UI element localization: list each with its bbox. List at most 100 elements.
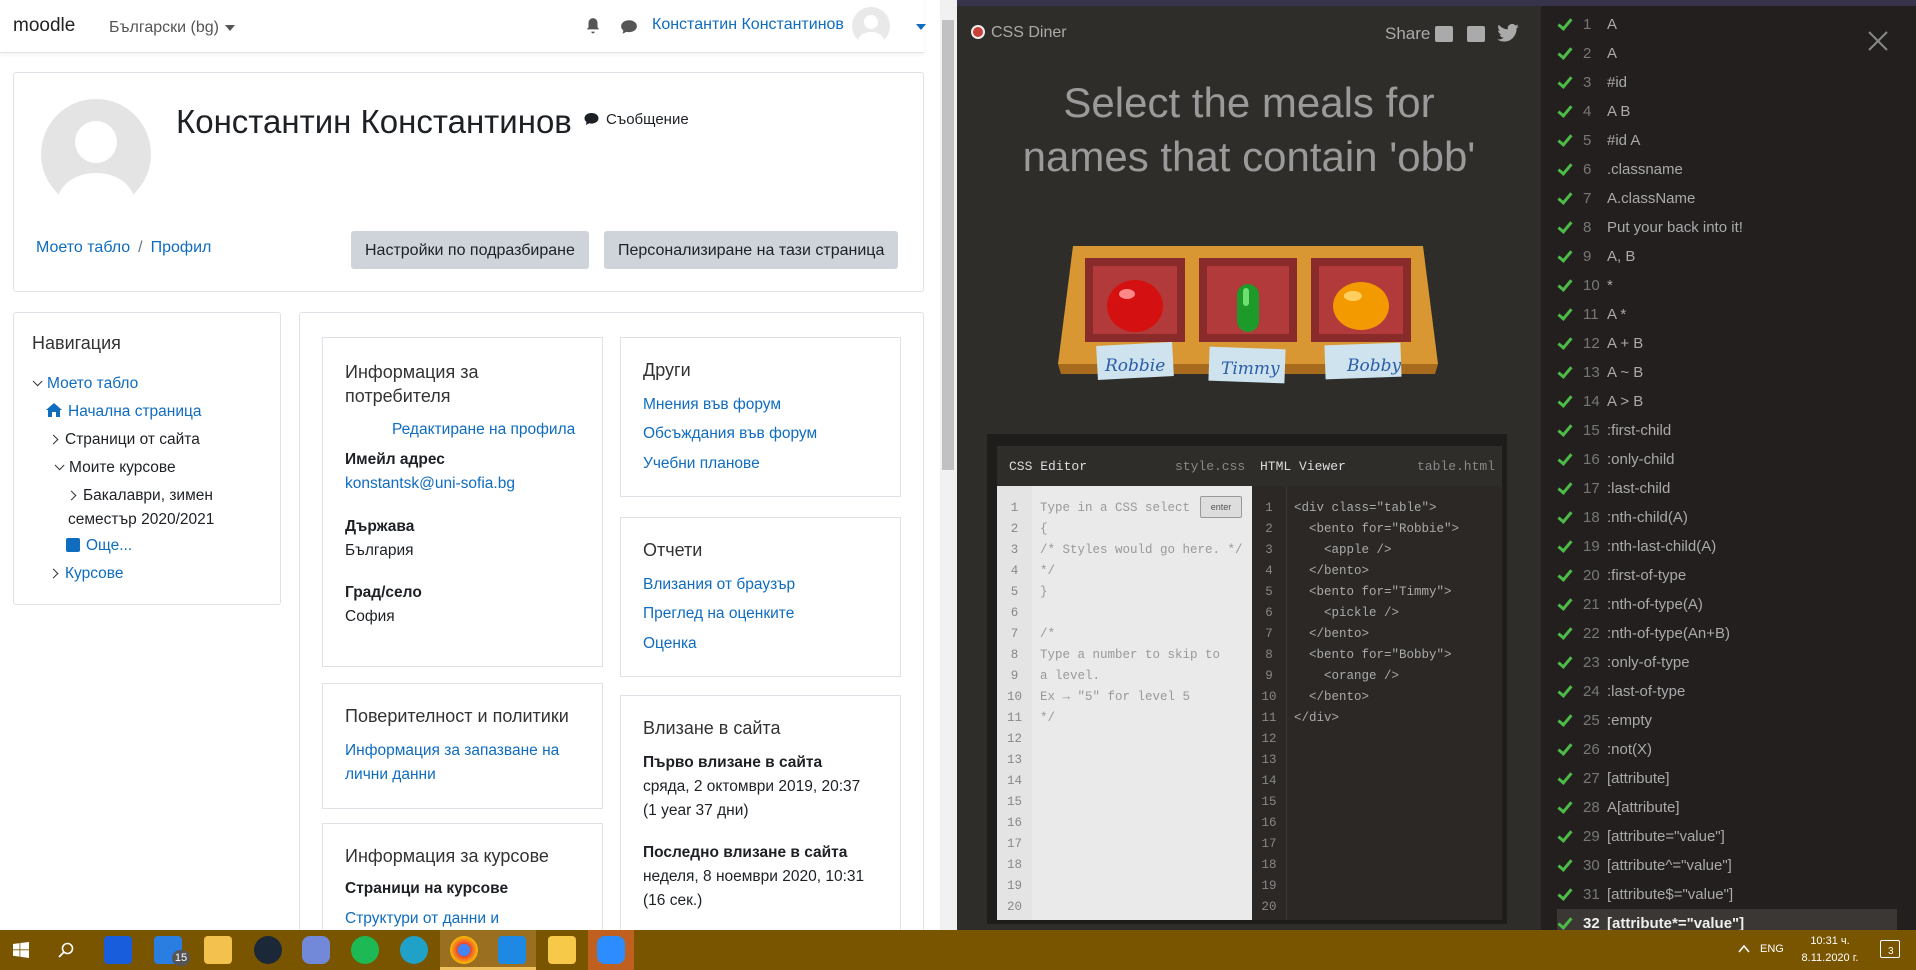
nav-item-home[interactable]: Начална страница <box>46 403 202 421</box>
checkmark-icon <box>1557 914 1573 930</box>
level-item[interactable]: 18:nth-child(A) <box>1557 503 1897 532</box>
plate-label-timmy[interactable]: Timmy <box>1221 359 1280 379</box>
level-item[interactable]: 31 [attribute$="value"] <box>1557 880 1897 909</box>
level-item[interactable]: 7 A.className <box>1557 184 1897 213</box>
user-menu-chevron-icon[interactable] <box>916 24 926 30</box>
nav-item-more[interactable]: Още... <box>66 537 132 555</box>
forum-posts-link[interactable]: Мнения във форум <box>643 396 781 414</box>
level-item[interactable]: 29 [attribute="value"] <box>1557 822 1897 851</box>
level-item[interactable]: 13 A ~ B <box>1557 358 1897 387</box>
level-item[interactable]: 15:first-child <box>1557 416 1897 445</box>
chat-icon[interactable] <box>620 19 638 35</box>
breadcrumb-dashboard[interactable]: Моето табло <box>36 239 130 256</box>
level-item[interactable]: 16:only-child <box>1557 445 1897 474</box>
enter-button[interactable]: enter <box>1200 496 1242 518</box>
scrollbar-thumb[interactable] <box>942 20 954 470</box>
level-item[interactable]: 25:empty <box>1557 706 1897 735</box>
level-item[interactable]: 27 [attribute] <box>1557 764 1897 793</box>
course-link[interactable]: Структури от данни и <box>345 910 499 928</box>
close-icon[interactable] <box>1867 30 1889 52</box>
chrome-icon[interactable] <box>450 936 478 964</box>
level-item[interactable]: 8 Put your back into it! <box>1557 213 1897 242</box>
level-item[interactable]: 24:last-of-type <box>1557 677 1897 706</box>
nav-item-courses[interactable]: Курсове <box>48 565 123 583</box>
level-number: 17 <box>1583 480 1600 497</box>
nav-item-course-group[interactable]: Бакалаври, зимен <box>66 487 213 505</box>
bitwarden-icon[interactable] <box>104 936 132 964</box>
edit-profile-link[interactable]: Редактиране на профила <box>392 421 575 439</box>
discord-icon[interactable] <box>302 936 330 964</box>
avatar[interactable] <box>852 7 890 45</box>
steam-icon[interactable] <box>254 936 282 964</box>
checkmark-icon <box>1557 421 1573 437</box>
level-item[interactable]: 12 A + B <box>1557 329 1897 358</box>
lightbulb-icon[interactable] <box>548 936 576 964</box>
nav-item-site-pages[interactable]: Страници от сайта <box>48 431 200 449</box>
level-item[interactable]: 3 #id <box>1557 68 1897 97</box>
breadcrumb-profile[interactable]: Профил <box>151 239 212 256</box>
data-retention-link[interactable]: Информация за запазване на <box>345 742 559 760</box>
message-button[interactable]: Съобщение <box>583 111 689 128</box>
level-item[interactable]: 4 A B <box>1557 97 1897 126</box>
level-selector: A > B <box>1607 393 1644 410</box>
level-item[interactable]: 30 [attribute^="value"] <box>1557 851 1897 880</box>
customize-page-button[interactable]: Персонализиране на тази страница <box>604 231 899 269</box>
nav-item-dashboard[interactable]: Моето табло <box>32 375 138 393</box>
windows-start-icon[interactable] <box>13 942 29 958</box>
reset-default-button[interactable]: Настройки по подразбиране <box>351 231 589 269</box>
facebook-icon[interactable] <box>1467 26 1485 42</box>
nav-item-label: Моето табло <box>47 375 139 392</box>
moodle-window: moodle Български (bg) Константин Констан… <box>0 0 940 930</box>
moodle-logo[interactable]: moodle <box>13 15 75 37</box>
clock-time[interactable]: 10:31 ч. <box>1795 935 1865 947</box>
forum-discussions-link[interactable]: Обсъждания във форум <box>643 425 817 443</box>
level-selector: :empty <box>1607 712 1653 729</box>
level-item[interactable]: 20:first-of-type <box>1557 561 1897 590</box>
css-diner-logo[interactable]: CSS Diner <box>971 24 1067 42</box>
level-item[interactable]: 10 * <box>1557 271 1897 300</box>
nav-item-my-courses[interactable]: Моите курсове <box>54 459 176 477</box>
mail-icon[interactable] <box>1435 26 1453 42</box>
level-item[interactable]: 5 #id A <box>1557 126 1897 155</box>
twitter-icon[interactable] <box>1497 24 1519 42</box>
section-title: Отчети <box>643 540 703 560</box>
chevron-up-icon[interactable] <box>1738 944 1750 954</box>
level-item[interactable]: 14 A > B <box>1557 387 1897 416</box>
keyboard-language[interactable]: ENG <box>1760 943 1784 955</box>
browser-sessions-link[interactable]: Влизания от браузър <box>643 576 795 594</box>
checkmark-icon <box>1557 15 1573 31</box>
data-retention-link-line2[interactable]: лични данни <box>345 766 436 784</box>
level-item[interactable]: 19:nth-last-child(A) <box>1557 532 1897 561</box>
plate-label-bobby[interactable]: Bobby <box>1347 356 1401 376</box>
grade-link[interactable]: Оценка <box>643 635 697 653</box>
user-menu-name[interactable]: Константин Константинов <box>652 16 844 34</box>
grades-overview-link[interactable]: Преглед на оценките <box>643 605 794 623</box>
level-item[interactable]: 6 .classname <box>1557 155 1897 184</box>
level-item[interactable]: 9 A, B <box>1557 242 1897 271</box>
search-icon[interactable] <box>58 942 74 958</box>
learning-plans-link[interactable]: Учебни планове <box>643 455 760 473</box>
level-item[interactable]: 23:only-of-type <box>1557 648 1897 677</box>
email-label: Имейл адрес <box>345 451 445 468</box>
level-item[interactable]: 26:not(X) <box>1557 735 1897 764</box>
level-item[interactable]: 1A <box>1557 10 1897 39</box>
edge-icon[interactable] <box>400 936 428 964</box>
zoom-icon[interactable] <box>597 936 625 964</box>
bell-icon[interactable] <box>584 17 602 35</box>
checkmark-icon <box>1557 247 1573 263</box>
spotify-icon[interactable] <box>351 936 379 964</box>
email-link[interactable]: konstantsk@uni-sofia.bg <box>345 475 515 493</box>
plate-label-robbie[interactable]: Robbie <box>1105 356 1165 376</box>
level-item[interactable]: 11 A * <box>1557 300 1897 329</box>
level-item[interactable]: 32 [attribute*="value"] <box>1557 909 1897 930</box>
level-item[interactable]: 2A <box>1557 39 1897 68</box>
level-item[interactable]: 21:nth-of-type(A) <box>1557 590 1897 619</box>
language-menu[interactable]: Български (bg) <box>109 19 235 37</box>
level-item[interactable]: 17:last-child <box>1557 474 1897 503</box>
level-item[interactable]: 28 A[attribute] <box>1557 793 1897 822</box>
vscode-icon[interactable] <box>498 936 526 964</box>
html-viewer-header: HTML Viewer table.html <box>1252 446 1502 486</box>
level-item[interactable]: 22:nth-of-type(An+B) <box>1557 619 1897 648</box>
file-explorer-icon[interactable] <box>204 936 232 964</box>
clock-date[interactable]: 8.11.2020 г. <box>1795 952 1865 964</box>
